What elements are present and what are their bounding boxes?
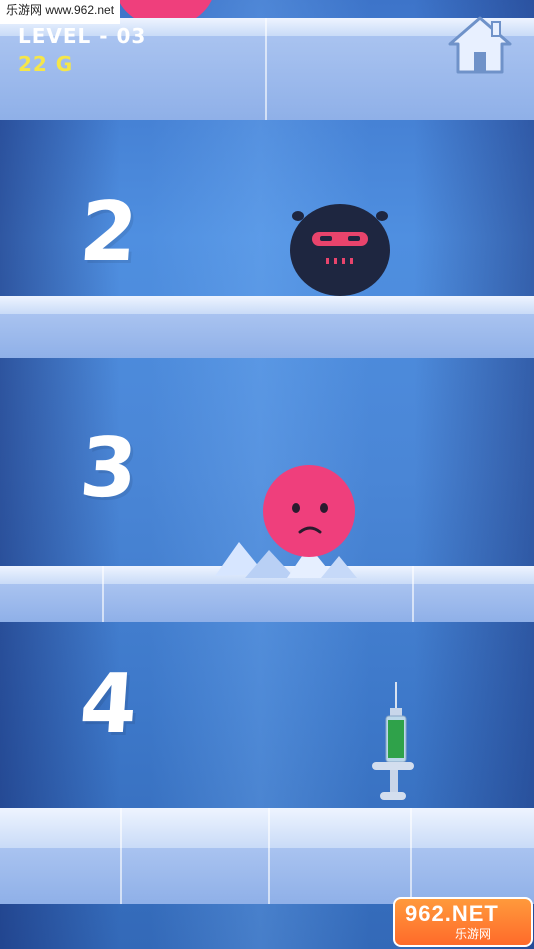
site-watermark-logo: 962.NET 乐游网: [393, 897, 533, 947]
pink-ball-player: [263, 465, 355, 557]
floor-number-4: 4: [76, 657, 141, 752]
dark-blob-enemy: [290, 204, 390, 296]
game-scene: 2 3 4 LEVEL - 03 22 G 乐游网 www.962.net 96…: [0, 0, 534, 949]
ice-cave-wall-right: [414, 0, 534, 949]
syringe-item[interactable]: [364, 680, 424, 810]
ice-shelf-2: [0, 296, 534, 358]
home-icon: [448, 16, 512, 74]
floor-number-3: 3: [76, 421, 141, 516]
ice-shelf-4: [0, 808, 534, 904]
home-button[interactable]: [446, 14, 514, 76]
floor-number-2: 2: [76, 185, 141, 280]
watermark-logo-main: 962.NET: [405, 901, 499, 926]
watermark-logo-sub: 乐游网: [455, 927, 492, 941]
site-watermark-top: 乐游网 www.962.net: [0, 0, 121, 24]
gold-counter: 22 G: [18, 52, 74, 76]
level-label: LEVEL - 03: [18, 24, 147, 48]
